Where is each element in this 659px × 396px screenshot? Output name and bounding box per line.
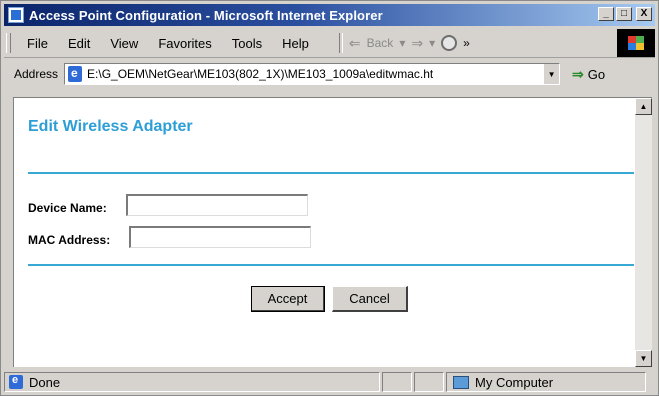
menu-bar: File Edit View Favorites Tools Help ⇐ Ba… — [4, 29, 655, 58]
vertical-scrollbar[interactable]: ▲ ▼ — [635, 97, 652, 367]
forward-arrow-icon[interactable]: ⇒ — [411, 35, 423, 52]
address-label: Address — [14, 67, 59, 81]
title-bar: Access Point Configuration - Microsoft I… — [4, 4, 655, 26]
go-label: Go — [587, 66, 606, 82]
mac-address-label: MAC Address: — [28, 233, 111, 247]
windows-logo — [617, 29, 655, 57]
address-url[interactable]: E:\G_OEM\NetGear\ME103(802_1X)\ME103_100… — [87, 67, 433, 81]
back-arrow-icon[interactable]: ⇐ — [349, 35, 361, 52]
menu-file[interactable]: File — [17, 36, 58, 51]
menu-edit[interactable]: Edit — [58, 36, 100, 51]
close-button[interactable]: X — [636, 7, 652, 21]
back-button-label[interactable]: Back — [367, 36, 394, 50]
status-main: Done — [4, 372, 380, 392]
zone-text: My Computer — [475, 374, 554, 390]
status-text: Done — [29, 374, 61, 390]
stop-icon[interactable] — [441, 35, 458, 51]
mac-address-field[interactable] — [129, 226, 311, 248]
cancel-button[interactable]: Cancel — [332, 286, 408, 312]
menu-help[interactable]: Help — [272, 36, 319, 51]
page-content: Edit Wireless Adapter Device Name: MAC A… — [13, 97, 635, 367]
page-title: Edit Wireless Adapter — [28, 118, 193, 135]
page-icon — [68, 66, 83, 82]
toolbar-separator — [338, 33, 343, 53]
device-name-label: Device Name: — [28, 201, 107, 215]
window-controls: _ □ X — [598, 7, 652, 21]
maximize-button[interactable]: □ — [616, 7, 632, 21]
window-title: Access Point Configuration - Microsoft I… — [29, 7, 383, 23]
menu-tools[interactable]: Tools — [222, 36, 272, 51]
security-zone: My Computer — [446, 372, 646, 392]
scroll-up-icon[interactable]: ▲ — [635, 98, 652, 115]
my-computer-icon — [453, 375, 469, 389]
go-button[interactable]: ⇒ Go — [572, 66, 605, 83]
menu-view[interactable]: View — [100, 36, 148, 51]
menu-favorites[interactable]: Favorites — [148, 36, 221, 51]
done-icon — [9, 374, 23, 389]
status-cell-1 — [382, 372, 412, 392]
address-dropdown-icon[interactable]: ▼ — [543, 64, 560, 84]
top-divider — [28, 172, 634, 174]
bottom-divider — [28, 264, 634, 266]
nav-buttons: ⇐ Back ▾ ⇒ ▾ — [349, 35, 458, 52]
accept-button[interactable]: Accept — [251, 286, 325, 312]
status-cell-2 — [414, 372, 444, 392]
toolbar-grip[interactable] — [6, 33, 11, 53]
back-dropdown-icon[interactable]: ▾ — [399, 36, 405, 50]
minimize-button[interactable]: _ — [598, 7, 614, 21]
go-arrow-icon: ⇒ — [572, 65, 584, 82]
address-bar: Address E:\G_OEM\NetGear\ME103(802_1X)\M… — [4, 59, 655, 89]
scroll-down-icon[interactable]: ▼ — [635, 350, 652, 367]
browser-window: Access Point Configuration - Microsoft I… — [0, 0, 659, 396]
forward-dropdown-icon[interactable]: ▾ — [429, 36, 435, 50]
address-input[interactable]: E:\G_OEM\NetGear\ME103(802_1X)\ME103_100… — [64, 63, 561, 85]
ie-icon — [8, 7, 24, 23]
windows-flag-icon — [628, 36, 644, 50]
more-chevron-icon[interactable]: » — [463, 36, 470, 50]
status-bar: Done My Computer — [4, 371, 655, 393]
device-name-field[interactable] — [126, 194, 308, 216]
